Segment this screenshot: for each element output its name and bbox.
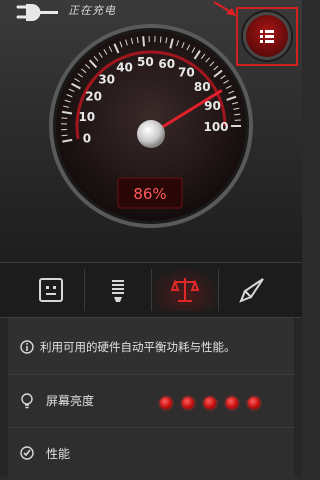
gauge-knob: [137, 120, 165, 148]
scale-icon: [170, 275, 200, 305]
left-edge: [0, 318, 8, 476]
gauge-tick: [62, 135, 68, 136]
brightness-dot[interactable]: [182, 397, 194, 409]
plug-icon: [16, 3, 60, 23]
gauge-tick-label: 40: [116, 61, 133, 75]
gauge-tick-label: 80: [194, 80, 211, 94]
check-circle-icon: [20, 446, 34, 460]
mode-description: 利用可用的硬件自动平衡功耗与性能。: [8, 318, 294, 375]
brightness-dot[interactable]: [204, 397, 216, 409]
info-icon: [20, 340, 34, 354]
setting-screen-brightness: 屏幕亮度: [8, 375, 294, 428]
brightness-level[interactable]: [160, 394, 260, 413]
gauge-tick: [61, 118, 67, 119]
battery-gauge: 0102030405060708090100 86%: [48, 23, 254, 229]
gauge-tick-label: 0: [83, 131, 91, 145]
bulb-icon: [103, 275, 133, 305]
battery-readout: 86%: [133, 185, 166, 203]
bulb-outline-icon: [20, 393, 34, 409]
brightness-dot[interactable]: [160, 397, 172, 409]
battery-panel: 正在充电: [0, 0, 302, 262]
gauge-tick-label: 70: [178, 65, 195, 79]
gauge-tick-label: 100: [203, 120, 228, 134]
gauge-tick-label: 60: [158, 57, 175, 71]
mode-description-text: 利用可用的硬件自动平衡功耗与性能。: [40, 339, 236, 355]
setting-label-performance: 性能: [46, 445, 70, 462]
brightness-dot[interactable]: [226, 397, 238, 409]
face-icon: [36, 275, 66, 305]
brightness-dot[interactable]: [248, 397, 260, 409]
setting-label-brightness: 屏幕亮度: [46, 392, 94, 409]
mode-tabs: [0, 262, 302, 318]
gauge-tick: [143, 36, 144, 46]
tab-mode-custom[interactable]: [18, 269, 85, 311]
right-edge: [294, 318, 302, 476]
gauge-tick-label: 20: [85, 89, 102, 103]
gauge-tick-label: 10: [78, 110, 95, 124]
rocket-icon: [237, 275, 267, 305]
menu-list-icon: [259, 28, 275, 44]
tab-mode-performance[interactable]: [219, 269, 285, 311]
tab-mode-long-standby[interactable]: [85, 269, 152, 311]
charging-status: 正在充电: [68, 2, 116, 18]
gauge-tick-label: 50: [137, 55, 154, 69]
gauge-tick-label: 30: [98, 72, 115, 86]
tab-mode-balanced[interactable]: [152, 269, 219, 311]
setting-performance: 性能: [8, 428, 294, 480]
gauge-tick: [160, 37, 161, 43]
